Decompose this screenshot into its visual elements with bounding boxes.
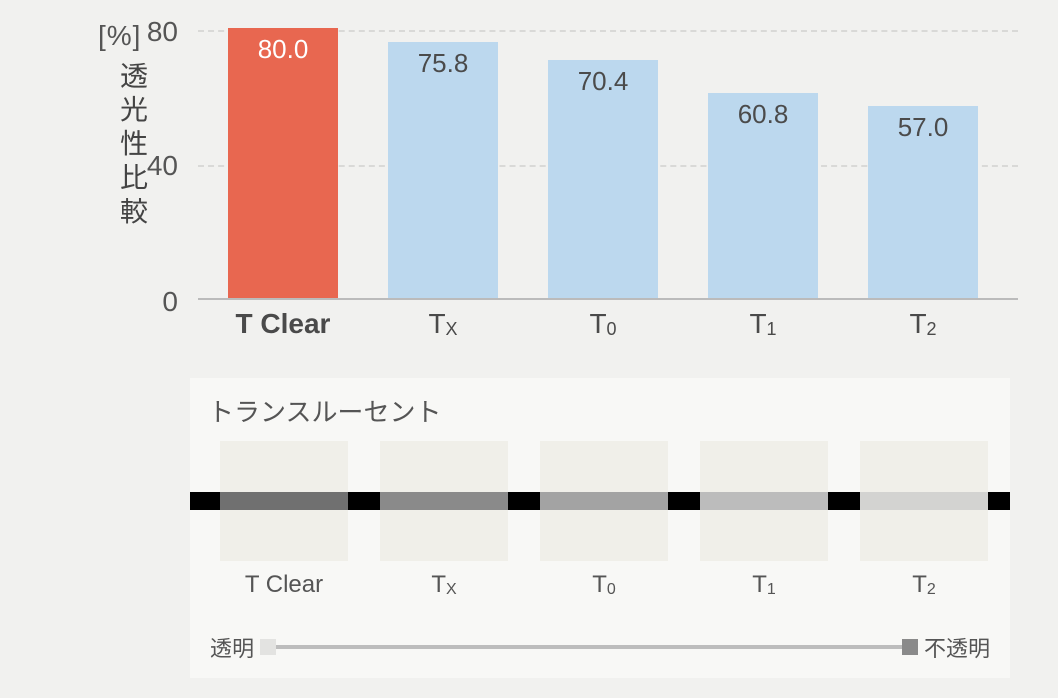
bar-T2: 57.0: [868, 106, 978, 298]
bar-value: 80.0: [228, 34, 338, 65]
xlabel-T1: T1: [683, 308, 843, 340]
bar-value: 60.8: [708, 99, 818, 130]
opacity-legend: 透明 不透明: [210, 632, 990, 662]
swatch-label: T0: [534, 571, 674, 599]
swatch-band: [540, 492, 668, 510]
legend-knob-transparent: [260, 639, 276, 655]
xlabel-T0: T0: [523, 308, 683, 340]
panel-title: トランスルーセント: [208, 392, 992, 429]
bar-T1: 60.8: [708, 93, 818, 298]
xlabel-T2: T2: [843, 308, 1003, 340]
legend-right-label: 不透明: [924, 631, 990, 663]
swatch-T2: [860, 441, 988, 561]
swatch-band: [220, 492, 348, 510]
legend-track: [268, 645, 910, 649]
xlabel-T Clear: T Clear: [203, 308, 363, 340]
y-axis-label: 透光性比較: [112, 60, 152, 230]
swatch-label: T Clear: [214, 571, 354, 599]
ytick-80: 80: [118, 16, 178, 48]
ytick-40: 40: [118, 150, 178, 182]
swatch-label: T1: [694, 571, 834, 599]
bar-Tx: 75.8: [388, 42, 498, 298]
bar-value: 70.4: [548, 66, 658, 97]
translucency-bar-chart: [%] 透光性比較 80.075.870.460.857.0 80 40 0 T…: [98, 10, 1018, 330]
bar-value: 57.0: [868, 112, 978, 143]
legend-left-label: 透明: [210, 631, 254, 663]
swatch-label: T2: [854, 571, 994, 599]
translucent-panel: トランスルーセント T ClearTXT0T1T2 透明 不透明: [190, 378, 1010, 678]
plot-area: 80.0 75.8 70.4 60.8 57.0: [198, 30, 1018, 300]
swatch-T1: [700, 441, 828, 561]
bar-T0: 70.4: [548, 60, 658, 298]
bar-T Clear: 80.0: [228, 28, 338, 298]
swatch-T Clear: [220, 441, 348, 561]
swatch-row: T ClearTXT0T1T2: [190, 441, 1010, 561]
swatch-TX: [380, 441, 508, 561]
swatch-band: [860, 492, 988, 510]
swatch-T0: [540, 441, 668, 561]
swatch-label: TX: [374, 571, 514, 599]
legend-knob-opaque: [902, 639, 918, 655]
swatch-band: [380, 492, 508, 510]
xlabel-Tx: TX: [363, 308, 523, 340]
bar-value: 75.8: [388, 48, 498, 79]
swatch-band: [700, 492, 828, 510]
ytick-0: 0: [118, 286, 178, 318]
